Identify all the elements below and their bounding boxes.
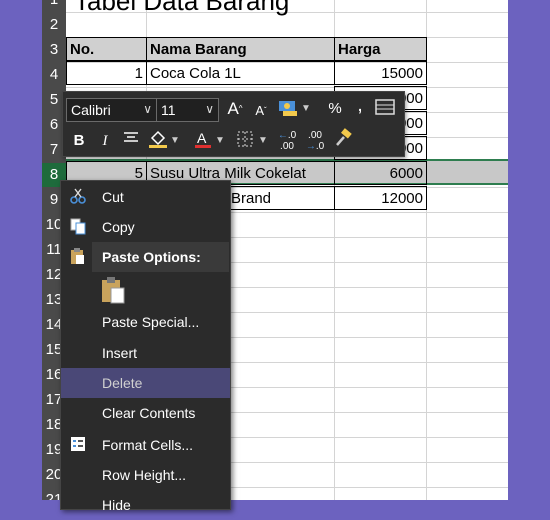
decrease-font-size-icon[interactable]: Aˇ [251,100,271,122]
italic-button[interactable]: I [95,130,115,152]
format-painter-icon[interactable] [333,128,353,150]
decrease-decimal-icon[interactable]: ←.0.00 [277,130,297,152]
header-nama-barang[interactable]: Nama Barang [146,37,335,61]
align-center-icon[interactable] [121,130,141,152]
menu-item-copy[interactable]: Copy [61,212,230,242]
menu-item-label: Format Cells... [102,437,194,453]
menu-item-cut[interactable]: Cut [61,182,230,212]
font-color-icon[interactable]: A [193,129,213,151]
font-size-value: 11 [161,102,176,118]
menu-item-clear-contents[interactable]: Clear Contents [61,398,230,428]
font-size-combo[interactable]: 11 ∨ [156,98,219,122]
font-name-combo[interactable]: Calibri ∨ [66,98,157,122]
mini-toolbar: Calibri ∨ 11 ∨ A^ Aˇ ▼ % , B I ▼ A ▼ ▼ ←… [62,91,405,157]
menu-item-format-cells[interactable]: Format Cells... [61,430,230,460]
scissors-icon [68,187,88,207]
menu-item-label: Paste Options: [102,249,201,265]
comma-style-button[interactable]: , [350,94,370,116]
increase-decimal-icon[interactable]: .00 →.0 [305,130,325,152]
paste-options-icon [68,247,88,267]
menu-item-row-height[interactable]: Row Height... [61,460,230,490]
chevron-down-icon[interactable]: ▼ [170,130,180,152]
copy-icon [68,217,88,237]
menu-item-label: Hide [102,497,131,513]
table-cell-no[interactable]: 1 [66,61,147,85]
header-no[interactable]: No. [66,37,147,61]
table-cell-harga[interactable]: 6000 [334,161,427,185]
chevron-down-icon[interactable]: ▼ [215,130,225,152]
chevron-down-icon[interactable]: ▼ [258,130,268,152]
menu-item-label: Row Height... [102,467,187,483]
menu-item-paste-special[interactable]: Paste Special... [61,307,230,337]
row-number-3[interactable]: 3 [42,38,66,62]
accounting-format-icon[interactable] [277,98,297,120]
borders-icon[interactable] [235,130,255,152]
format-table-icon[interactable] [375,98,395,120]
increase-font-size-icon[interactable]: A^ [225,98,245,120]
header-harga[interactable]: Harga [334,37,427,61]
table-cell-nama[interactable]: Coca Cola 1L [146,61,335,85]
menu-item-delete[interactable]: Delete [61,368,230,398]
menu-item-label: Clear Contents [102,405,196,421]
grid-line [66,87,508,88]
context-menu: Cut Copy Paste Options: Paste Special...… [60,180,231,513]
font-name-value: Calibri [71,102,111,118]
menu-item-label: Cut [102,189,124,205]
paste-clipboard-icon[interactable] [99,275,127,305]
sheet-title[interactable]: Tabel Data Barang [74,0,289,17]
menu-item-insert[interactable]: Insert [61,338,230,368]
chevron-down-icon: ∨ [205,102,214,116]
chevron-down-icon[interactable]: ▼ [301,98,311,120]
row-number-2[interactable]: 2 [42,13,66,37]
table-cell-harga[interactable]: 15000 [334,61,427,85]
menu-item-hide[interactable]: Hide [61,490,230,520]
chevron-down-icon: ∨ [143,102,152,116]
percent-style-button[interactable]: % [325,98,345,120]
menu-item-label: Copy [102,219,135,235]
row-number-1[interactable]: 1 [42,0,66,12]
format-cells-icon [68,435,88,455]
menu-item-label: Insert [102,345,138,361]
svg-text:A: A [197,130,207,146]
paste-options-header: Paste Options: [92,242,229,272]
table-cell-harga[interactable]: 12000 [334,186,427,210]
menu-item-label: Paste Special... [102,314,200,330]
bold-button[interactable]: B [69,130,89,152]
row-number-4[interactable]: 4 [42,63,66,87]
menu-item-label: Delete [102,375,143,391]
fill-color-icon[interactable] [147,129,167,151]
